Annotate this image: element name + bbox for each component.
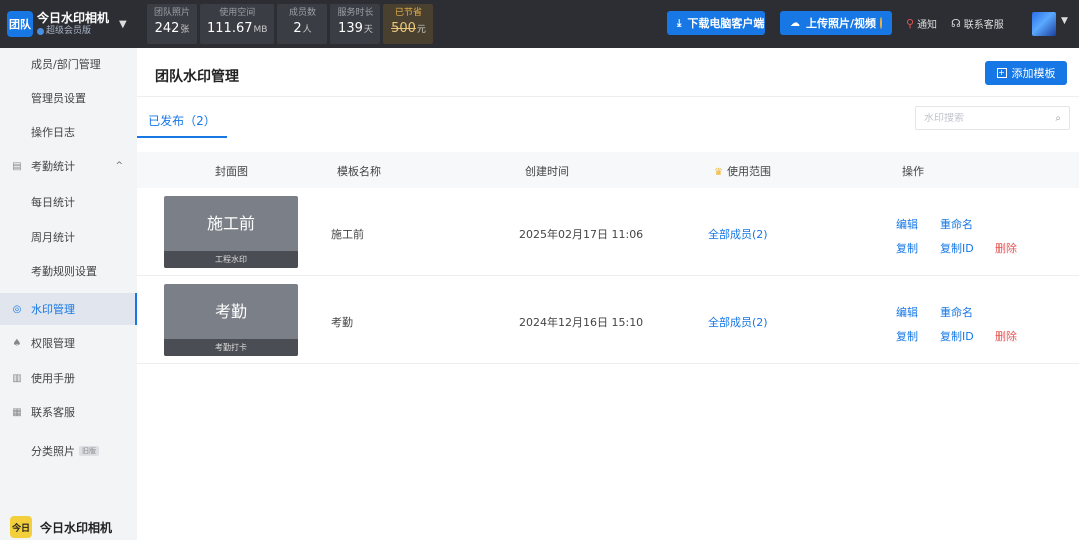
vip-badge-icon [880,17,882,29]
watermark-search[interactable]: ⌕ [915,106,1070,130]
footer-logo: 今日 [10,516,32,538]
top-bar: 团队 今日水印相机 超级会员版 ▼ 团队照片 242张 使用空间 111.67M… [0,0,1079,48]
stat-saved: 已节省 500元 [383,4,434,44]
sidebar-item-permissions[interactable]: ♠ 权限管理 [0,327,137,359]
edit-button[interactable]: 编辑 [896,216,918,232]
crown-icon: ♛ [714,167,723,178]
footer-brand-name: 今日水印相机 [40,520,113,535]
contact-service-link[interactable]: ☊ 联系客服 [951,16,1004,31]
sidebar: 成员/部门管理 管理员设置 操作日志 ▤ 考勤统计 ^ 每日统计 周月统计 考勤… [0,48,137,540]
brand-logo: 团队 [7,11,33,37]
copy-id-button[interactable]: 复制ID [940,240,974,256]
brand-sub: 超级会员版 [37,25,109,37]
copy-id-button[interactable]: 复制ID [940,328,974,344]
brand-name: 今日水印相机 [37,11,110,25]
delete-button[interactable]: 删除 [995,240,1017,256]
table-header: 封面图 模板名称 创建时间 ♛ 使用范围 操作 [137,152,1079,188]
template-name: 考勤 [331,316,353,329]
notify-link[interactable]: ⚲ 通知 [906,16,937,31]
sidebar-item-operation-log[interactable]: 操作日志 [0,116,137,148]
header-divider [137,96,1079,97]
old-version-tag: 旧版 [79,446,99,456]
sidebar-item-attendance-rules[interactable]: 考勤规则设置 [0,255,137,287]
main-panel: 团队水印管理 + 添加模板 已发布（2） ⌕ 封面图 模板名称 创建时间 ♛使用… [137,48,1079,540]
col-name: 模板名称 [337,165,381,178]
table-row: 考勤 考勤打卡 考勤 2024年12月16日 15:10 全部成员(2) 编辑 … [137,276,1079,364]
chevron-up-icon: ^ [115,161,123,171]
brand-switcher[interactable]: 团队 今日水印相机 超级会员版 ▼ [0,0,137,48]
template-name: 施工前 [331,228,364,241]
sidebar-item-category-photos[interactable]: 分类照片 旧版 [0,435,137,467]
stat-members: 成员数 2人 [277,4,328,44]
avatar[interactable] [1032,12,1056,36]
cloud-upload-icon: ☁ [790,17,800,29]
stats-bar: 团队照片 242张 使用空间 111.67MB 成员数 2人 服务时长 139天… [147,4,436,44]
download-client-button[interactable]: ⤓ 下载电脑客户端 [667,11,765,35]
col-cover: 封面图 [215,165,248,178]
edit-button[interactable]: 编辑 [896,304,918,320]
sidebar-item-daily-stats[interactable]: 每日统计 [0,186,137,218]
sidebar-item-admin-settings[interactable]: 管理员设置 [0,82,137,114]
sidebar-footer: 今日 今日水印相机 [10,516,112,538]
scope-link[interactable]: 全部成员(2) [708,314,768,330]
rename-button[interactable]: 重命名 [940,304,973,320]
sidebar-item-members[interactable]: 成员/部门管理 [0,48,137,80]
stat-storage: 使用空间 111.67MB [200,4,275,44]
delete-button[interactable]: 删除 [995,328,1017,344]
copy-button[interactable]: 复制 [896,328,918,344]
bell-icon: ♠ [12,337,22,349]
chevron-down-icon[interactable]: ▼ [1061,16,1068,26]
stat-team-photos: 团队照片 242张 [147,4,198,44]
table-row: 施工前 工程水印 施工前 2025年02月17日 11:06 全部成员(2) 编… [137,188,1079,276]
created-time: 2024年12月16日 15:10 [519,316,644,329]
vip-dot-icon [37,27,44,35]
created-time: 2025年02月17日 11:06 [519,228,644,241]
copy-button[interactable]: 复制 [896,240,918,256]
sidebar-item-contact-service[interactable]: ▦ 联系客服 [0,396,137,428]
cover-image[interactable]: 施工前 工程水印 [164,196,298,268]
page-title: 团队水印管理 [155,69,239,85]
col-ops: 操作 [902,165,924,178]
chevron-down-icon[interactable]: ▼ [119,19,127,30]
watermark-icon: ◎ [12,303,22,315]
service-icon: ▦ [12,406,22,418]
col-created: 创建时间 [525,165,569,178]
tab-published[interactable]: 已发布（2） [137,104,227,138]
sidebar-item-manual[interactable]: ▥ 使用手册 [0,362,137,394]
headset-icon: ☊ [951,17,961,30]
sidebar-item-weekly-monthly-stats[interactable]: 周月统计 [0,221,137,253]
cover-image[interactable]: 考勤 考勤打卡 [164,284,298,356]
sidebar-item-watermark[interactable]: ◎ 水印管理 [0,293,137,325]
add-template-button[interactable]: + 添加模板 [985,61,1067,85]
plus-square-icon: + [996,68,1007,78]
chart-icon: ▤ [12,160,22,172]
stat-service-duration: 服务时长 139天 [330,4,381,44]
scope-link[interactable]: 全部成员(2) [708,226,768,242]
download-icon: ⤓ [677,17,682,29]
upload-media-button[interactable]: ☁ 上传照片/视频 [780,11,892,35]
search-icon[interactable]: ⌕ [1055,113,1061,124]
book-icon: ▥ [12,372,22,384]
location-pin-icon: ⚲ [906,17,915,30]
col-scope: ♛ 使用范围 [714,165,771,178]
rename-button[interactable]: 重命名 [940,216,973,232]
sidebar-item-attendance[interactable]: ▤ 考勤统计 ^ [0,150,137,182]
search-input[interactable] [924,112,1044,124]
